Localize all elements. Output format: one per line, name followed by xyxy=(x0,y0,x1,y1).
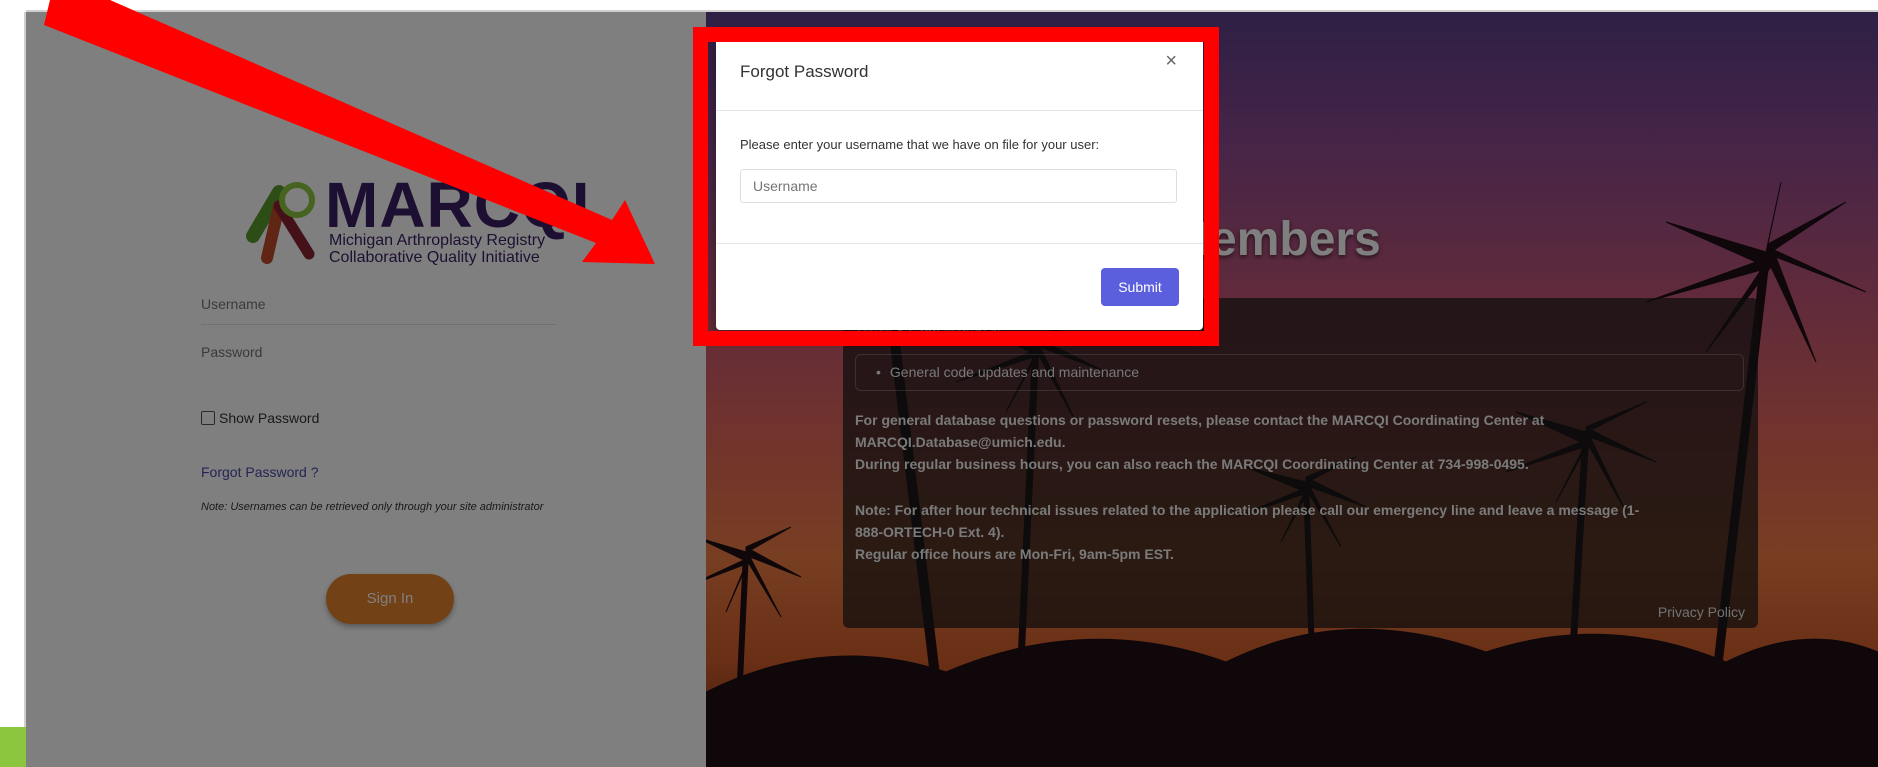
red-arrow-annotation xyxy=(44,0,655,264)
slide-accent-bar xyxy=(0,727,26,767)
highlight-rectangle xyxy=(693,27,1219,346)
